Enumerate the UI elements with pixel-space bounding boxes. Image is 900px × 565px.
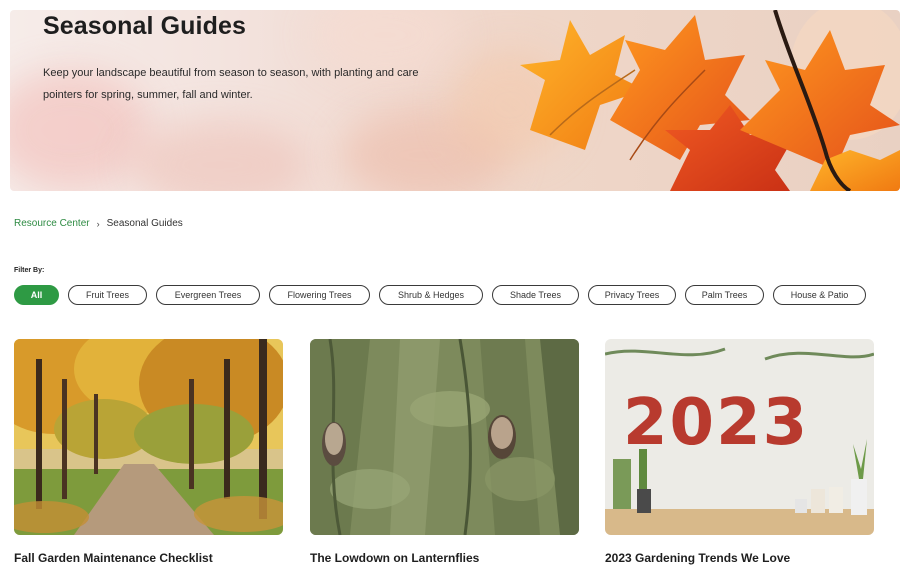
lanternflies-image[interactable] bbox=[310, 339, 579, 535]
brick-wall-2023-image[interactable]: 2023 bbox=[605, 339, 874, 535]
hero-banner: Seasonal Guides Keep your landscape beau… bbox=[10, 10, 900, 191]
breadcrumb-separator: › bbox=[96, 218, 100, 229]
filter-fruit-trees-button[interactable]: Fruit Trees bbox=[68, 285, 147, 305]
filter-all-button[interactable]: All bbox=[14, 285, 59, 305]
article-card[interactable]: Fall Garden Maintenance Checklist bbox=[14, 339, 283, 565]
filter-shrub-hedges-button[interactable]: Shrub & Hedges bbox=[379, 285, 483, 305]
filter-options: All Fruit Trees Evergreen Trees Flowerin… bbox=[14, 285, 866, 305]
breadcrumb: Resource Center › Seasonal Guides bbox=[14, 218, 183, 229]
filter-house-patio-button[interactable]: House & Patio bbox=[773, 285, 866, 305]
page-description: Keep your landscape beautiful from seaso… bbox=[43, 67, 419, 101]
filter-evergreen-trees-button[interactable]: Evergreen Trees bbox=[156, 285, 260, 305]
article-card[interactable]: The Lowdown on Lanternflies bbox=[310, 339, 579, 565]
article-title[interactable]: 2023 Gardening Trends We Love bbox=[605, 551, 790, 565]
breadcrumb-current: Seasonal Guides bbox=[106, 218, 183, 229]
wall-year-text: 2023 bbox=[623, 386, 809, 460]
article-card[interactable]: 2023 2023 Gardening Trends We Love bbox=[605, 339, 874, 565]
article-title[interactable]: Fall Garden Maintenance Checklist bbox=[14, 551, 213, 565]
autumn-maple-leaves-image bbox=[520, 10, 900, 191]
filter-shade-trees-button[interactable]: Shade Trees bbox=[492, 285, 579, 305]
filter-flowering-trees-button[interactable]: Flowering Trees bbox=[269, 285, 370, 305]
filter-privacy-trees-button[interactable]: Privacy Trees bbox=[588, 285, 676, 305]
article-title[interactable]: The Lowdown on Lanternflies bbox=[310, 551, 479, 565]
autumn-path-image[interactable] bbox=[14, 339, 283, 535]
breadcrumb-resource-center[interactable]: Resource Center bbox=[14, 218, 90, 229]
filter-label: Filter By: bbox=[14, 267, 45, 274]
filter-palm-trees-button[interactable]: Palm Trees bbox=[685, 285, 764, 305]
page-title: Seasonal Guides bbox=[43, 12, 246, 40]
